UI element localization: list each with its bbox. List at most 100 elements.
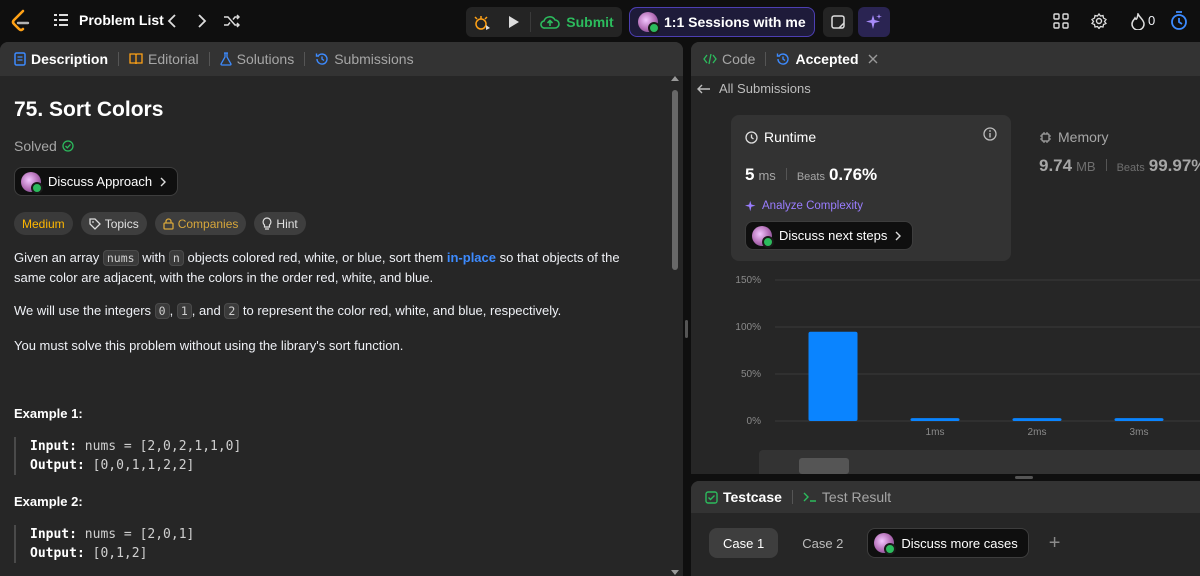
memory-unit: MB — [1076, 159, 1096, 174]
run-button[interactable] — [502, 10, 526, 34]
close-icon[interactable] — [868, 54, 878, 64]
topics-chip[interactable]: Topics — [80, 212, 147, 235]
shuffle-icon[interactable] — [222, 11, 242, 31]
streak-count: 0 — [1148, 13, 1156, 28]
output-value: [0,0,1,1,2,2] — [84, 458, 195, 473]
chart-bar[interactable] — [808, 331, 858, 421]
tag-chips: Medium Topics Companies Hint — [14, 212, 306, 235]
submit-button[interactable]: Submit — [534, 8, 620, 36]
companies-chip[interactable]: Companies — [154, 212, 247, 235]
tab-accepted-label: Accepted — [795, 51, 859, 67]
chevron-right-icon — [895, 231, 902, 240]
cloud-upload-icon — [540, 16, 561, 29]
tab-editorial[interactable]: Editorial — [125, 51, 203, 67]
problem-list-icon[interactable] — [54, 13, 68, 27]
discuss-next-steps-label: Discuss next steps — [779, 228, 888, 243]
debug-icon[interactable] — [470, 10, 494, 34]
all-submissions-link[interactable]: All Submissions — [697, 81, 811, 96]
lock-icon — [163, 217, 174, 230]
tab-test-result[interactable]: Test Result — [799, 489, 895, 505]
x-tick-label: 3ms — [1130, 427, 1149, 438]
hint-chip[interactable]: Hint — [254, 212, 306, 235]
text: , — [169, 303, 177, 318]
streak-fire-icon[interactable] — [1130, 12, 1146, 30]
description-panel: Description Editorial Solutions Submissi… — [0, 42, 683, 576]
panel-resize-handle[interactable] — [1015, 476, 1033, 479]
scroll-down-arrow[interactable] — [671, 570, 679, 575]
chart-bar[interactable] — [1012, 418, 1062, 421]
example-2-title: Example 2: — [14, 494, 83, 509]
tab-submissions[interactable]: Submissions — [311, 51, 417, 67]
tag-icon — [89, 217, 101, 230]
runtime-unit: ms — [758, 168, 776, 183]
chart-horizontal-scrollbar[interactable] — [759, 450, 1200, 474]
timer-icon[interactable] — [1168, 10, 1190, 32]
chevron-right-icon[interactable] — [193, 11, 211, 31]
note-button[interactable] — [823, 7, 853, 37]
chip-icon — [1040, 131, 1051, 143]
inline-code: 0 — [154, 303, 170, 319]
chevron-left-icon[interactable] — [163, 11, 181, 31]
tab-solutions[interactable]: Solutions — [216, 51, 299, 67]
tab-test-result-label: Test Result — [821, 489, 892, 505]
companies-label: Companies — [177, 216, 239, 231]
add-case-icon[interactable]: + — [1049, 532, 1061, 555]
metric-divider — [785, 168, 787, 180]
all-submissions-label: All Submissions — [719, 81, 811, 96]
problem-statement-p2: We will use the integers 0, 1, and 2 to … — [14, 301, 644, 321]
sessions-label: 1:1 Sessions with me — [664, 14, 806, 30]
x-tick-label: 2ms — [1028, 427, 1047, 438]
tab-divider — [791, 490, 793, 504]
case-2-button[interactable]: Case 2 — [788, 528, 857, 558]
case-1-button[interactable]: Case 1 — [709, 528, 779, 558]
discuss-more-cases-button[interactable]: Discuss more cases — [867, 528, 1029, 558]
example-2-block: Input: nums = [2,0,1] Output: [0,1,2] — [14, 525, 194, 563]
tab-divider — [304, 52, 306, 66]
y-tick-label: 100% — [735, 322, 761, 333]
text: We will use the integers — [14, 303, 155, 318]
discuss-approach-button[interactable]: Discuss Approach — [14, 167, 179, 196]
chart-bar[interactable] — [910, 418, 960, 421]
arrow-left-icon — [697, 84, 710, 93]
tab-code-label: Code — [722, 51, 756, 67]
tab-description[interactable]: Description — [10, 51, 112, 67]
scroll-thumb[interactable] — [672, 90, 678, 270]
problem-statement-p1: Given an array nums with n objects color… — [14, 248, 644, 287]
layout-icon[interactable] — [1052, 12, 1070, 30]
tab-accepted[interactable]: Accepted — [772, 51, 881, 67]
note-icon — [831, 15, 845, 29]
in-place-link[interactable]: in-place — [447, 250, 496, 265]
text: to represent the color red, white, and b… — [239, 303, 562, 318]
page-title[interactable]: 75. Sort Colors — [14, 98, 163, 122]
problem-list-link[interactable]: Problem List — [79, 12, 164, 28]
text: Given an array — [14, 250, 103, 265]
runtime-card[interactable]: Runtime 5 ms Beats 0.76% Analyze Complex… — [731, 115, 1011, 261]
runtime-metric: 5 ms Beats 0.76% — [745, 165, 877, 185]
chart-bar[interactable] — [1114, 418, 1164, 421]
inline-code: n — [168, 250, 184, 266]
code-icon — [703, 53, 717, 65]
analyze-complexity-label: Analyze Complexity — [762, 200, 863, 212]
sessions-button[interactable]: 1:1 Sessions with me — [629, 7, 815, 37]
info-icon[interactable] — [983, 127, 997, 141]
checkbox-icon — [705, 490, 718, 504]
tab-testcase[interactable]: Testcase — [701, 489, 786, 505]
tab-code[interactable]: Code — [699, 51, 759, 67]
avatar — [21, 171, 43, 194]
runtime-beats-label: Beats — [796, 171, 825, 183]
panel-resize-handle[interactable] — [685, 320, 688, 338]
tab-submissions-label: Submissions — [334, 51, 414, 67]
analyze-complexity-link[interactable]: Analyze Complexity — [745, 200, 863, 212]
text: objects colored red, white, or blue, sor… — [183, 250, 447, 265]
ai-assistant-button[interactable] — [858, 7, 890, 37]
leetcode-logo-icon[interactable] — [8, 9, 32, 33]
gear-icon[interactable] — [1090, 12, 1108, 30]
memory-header[interactable]: Memory — [1039, 129, 1109, 145]
discuss-next-steps-button[interactable]: Discuss next steps — [745, 221, 914, 250]
discuss-approach-label: Discuss Approach — [48, 174, 153, 189]
tab-description-label: Description — [31, 51, 109, 67]
history-icon — [316, 53, 328, 65]
vertical-scrollbar[interactable] — [669, 76, 681, 576]
chart-scroll-thumb[interactable] — [799, 458, 849, 474]
scroll-up-arrow[interactable] — [671, 76, 679, 81]
